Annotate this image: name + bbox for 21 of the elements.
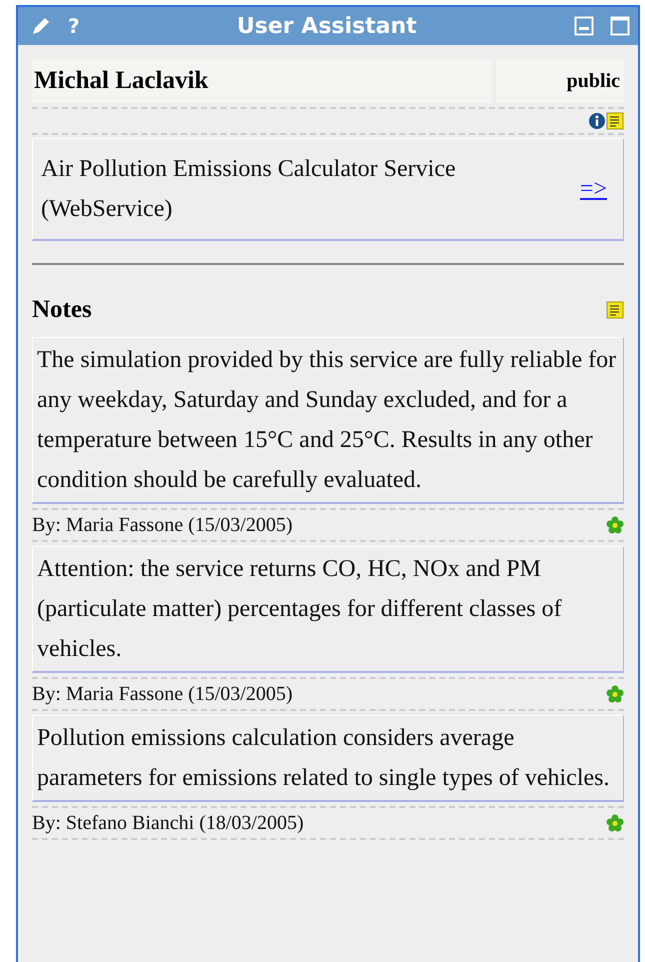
note-text: The simulation provided by this service are fully reliable for any weekday, Saturday and Sunday excluded, and for a temperature between 15°C and 25°C. Results in any other condition should be carefully evaluated. (37, 346, 618, 494)
flower-icon[interactable] (606, 684, 624, 702)
service-link[interactable]: => (580, 171, 607, 207)
user-name: Michal Laclavik (32, 59, 492, 103)
notes-title: Notes (32, 295, 92, 325)
note-icon[interactable] (606, 112, 624, 130)
info-icon[interactable] (588, 112, 606, 130)
flower-icon[interactable] (606, 814, 624, 832)
note-text: Attention: the service returns CO, HC, NOx and PM (particulate matter) percentages for different classes of vehicles. (37, 554, 563, 664)
minimize-icon[interactable] (574, 16, 594, 36)
service-name: Air Pollution Emissions Calculator Service (WebService) (41, 155, 457, 224)
pencil-icon[interactable] (30, 15, 52, 37)
visibility-label: public (496, 59, 624, 103)
note-icon[interactable] (606, 300, 624, 319)
note-text: Pollution emissions calculation considers average parameters for emissions related to single types of vehicles. (37, 724, 610, 792)
window-title: User Assistant (236, 12, 418, 40)
flower-icon[interactable] (606, 516, 624, 534)
note-author: By: Stefano Bianchi (18/03/2005) (32, 810, 304, 836)
note-author: By: Maria Fassone (15/03/2005) (32, 682, 293, 706)
note-author: By: Maria Fassone (15/03/2005) (32, 512, 293, 538)
maximize-icon[interactable] (610, 16, 630, 36)
